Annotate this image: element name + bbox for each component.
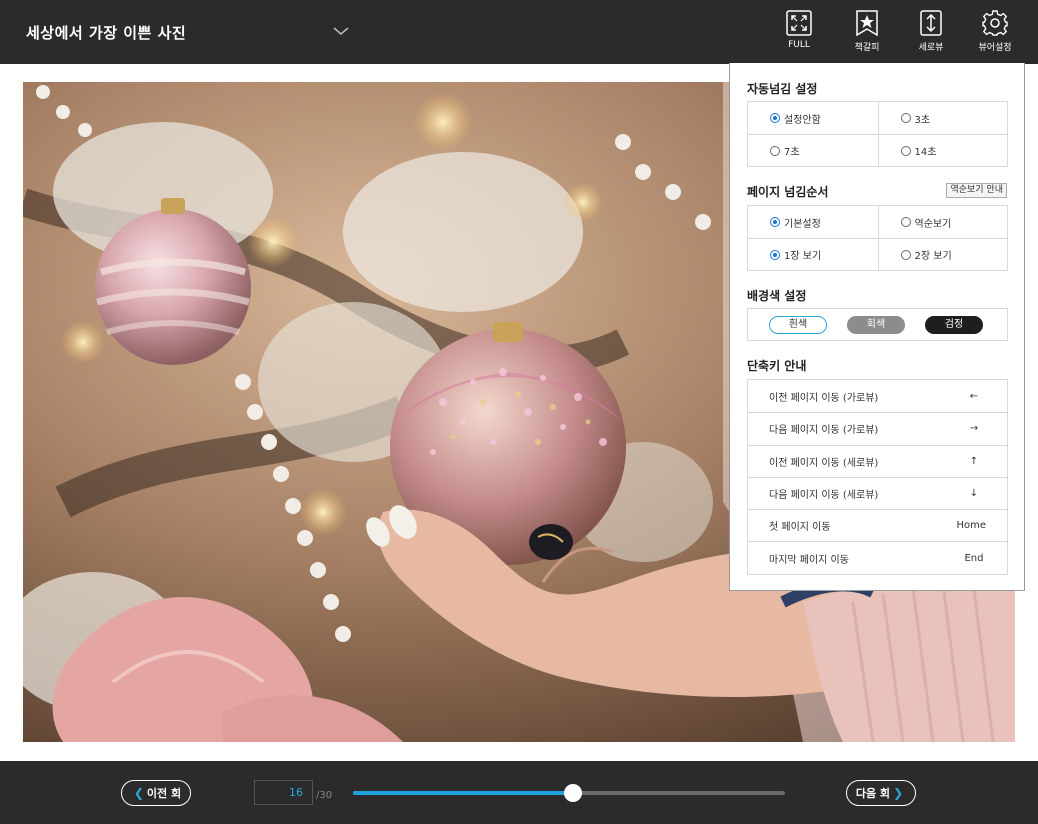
viewer-settings-panel: 자동넘김 설정 설정안함 3초 7초 14초 페이지 넘김순서 역순보기 안내	[729, 63, 1025, 591]
viewer-settings-label: 뷰어설정	[978, 43, 1012, 53]
bookmark-star-icon	[856, 10, 878, 36]
radio-unselected[interactable]	[900, 249, 911, 260]
page-total: /30	[316, 790, 333, 801]
shortcut-row: 다음 페이지 이동 (세로뷰) ↓	[748, 476, 1007, 509]
bottom-navigation-bar: ❮ 이전 회 16 /30 다음 회 ❯	[0, 761, 1038, 824]
auto-flip-title: 자동넘김 설정	[747, 82, 818, 96]
bookmark-button[interactable]: 책갈피	[837, 10, 897, 56]
shortcut-action: 다음 페이지 이동 (세로뷰)	[769, 490, 879, 502]
shortcut-key: →	[969, 423, 979, 435]
background-black-button[interactable]: 검정	[925, 316, 983, 334]
shortcut-row: 마지막 페이지 이동 End	[748, 541, 1007, 573]
fullscreen-icon	[786, 10, 812, 36]
shortcut-row: 첫 페이지 이동 Home	[748, 509, 1007, 541]
shortcut-action: 이전 페이지 이동 (세로뷰)	[769, 457, 879, 469]
background-options: 흰색 회색 검정	[747, 308, 1008, 341]
auto-flip-off-option[interactable]: 설정안함	[748, 102, 878, 134]
vertical-view-button[interactable]: 세로뷰	[901, 10, 961, 56]
vertical-view-icon	[920, 10, 942, 36]
background-gray-button[interactable]: 회색	[847, 316, 905, 334]
background-title: 배경색 설정	[747, 289, 807, 303]
shortcut-action: 이전 페이지 이동 (가로뷰)	[769, 392, 879, 404]
chevron-right-icon: ❯	[893, 786, 904, 800]
page-title: 세상에서 가장 이쁜 사진	[26, 24, 187, 42]
auto-flip-7s-option[interactable]: 7초	[748, 135, 878, 166]
vertical-view-label: 세로뷰	[918, 43, 944, 53]
gear-icon	[982, 10, 1008, 36]
shortcut-action: 마지막 페이지 이동	[769, 554, 849, 566]
radio-selected[interactable]	[770, 249, 780, 260]
top-toolbar: 세상에서 가장 이쁜 사진 FULL 책갈피 세로뷰 뷰어설정	[0, 0, 1038, 64]
page-order-title: 페이지 넘김순서	[747, 185, 829, 199]
page-order-default-option[interactable]: 기본설정	[748, 206, 878, 238]
page-slider[interactable]	[353, 784, 785, 802]
chevron-down-icon[interactable]	[332, 24, 350, 38]
auto-flip-options: 설정안함 3초 7초 14초	[747, 101, 1008, 167]
page-order-reverse-option[interactable]: 역순보기	[877, 206, 1008, 238]
radio-unselected[interactable]	[900, 217, 911, 227]
reverse-view-help-button[interactable]: 역순보기 안내	[946, 183, 1007, 198]
shortcut-key: ←	[969, 390, 979, 402]
shortcut-action: 다음 페이지 이동 (가로뷰)	[769, 425, 879, 437]
shortcuts-title: 단축키 안내	[747, 359, 807, 373]
background-white-button[interactable]: 흰색	[769, 316, 827, 334]
shortcut-action: 첫 페이지 이동	[769, 522, 831, 534]
fullscreen-label: FULL	[788, 40, 810, 50]
radio-selected[interactable]	[770, 217, 780, 227]
prev-episode-button[interactable]: ❮ 이전 회	[121, 780, 191, 806]
shortcut-row: 이전 페이지 이동 (세로뷰) ↑	[748, 444, 1007, 477]
single-page-option[interactable]: 1장 보기	[748, 239, 878, 270]
page-order-options: 기본설정 역순보기 1장 보기 2장 보기	[747, 205, 1008, 271]
shortcut-key: ↑	[969, 455, 979, 467]
radio-unselected[interactable]	[900, 113, 911, 123]
bookmark-label: 책갈피	[854, 43, 880, 53]
shortcuts-table: 이전 페이지 이동 (가로뷰) ← 다음 페이지 이동 (가로뷰) → 이전 페…	[747, 379, 1008, 575]
radio-unselected[interactable]	[770, 145, 780, 156]
auto-flip-3s-option[interactable]: 3초	[877, 102, 1008, 134]
radio-selected[interactable]	[770, 113, 780, 123]
auto-flip-14s-option[interactable]: 14초	[877, 135, 1008, 166]
fullscreen-button[interactable]: FULL	[769, 10, 829, 56]
two-page-option[interactable]: 2장 보기	[877, 239, 1008, 270]
chevron-left-icon: ❮	[133, 786, 144, 800]
shortcut-key: End	[964, 552, 984, 564]
radio-unselected[interactable]	[900, 145, 911, 156]
shortcut-key: Home	[956, 520, 986, 532]
next-episode-button[interactable]: 다음 회 ❯	[846, 780, 916, 806]
page-number-input[interactable]: 16	[254, 780, 313, 805]
viewer-settings-button[interactable]: 뷰어설정	[965, 10, 1025, 56]
shortcut-row: 다음 페이지 이동 (가로뷰) →	[748, 412, 1007, 444]
shortcut-key: ↓	[969, 488, 979, 500]
page-slider-handle[interactable]	[564, 784, 582, 802]
page-slider-fill	[353, 791, 573, 795]
shortcut-row: 이전 페이지 이동 (가로뷰) ←	[748, 380, 1007, 412]
